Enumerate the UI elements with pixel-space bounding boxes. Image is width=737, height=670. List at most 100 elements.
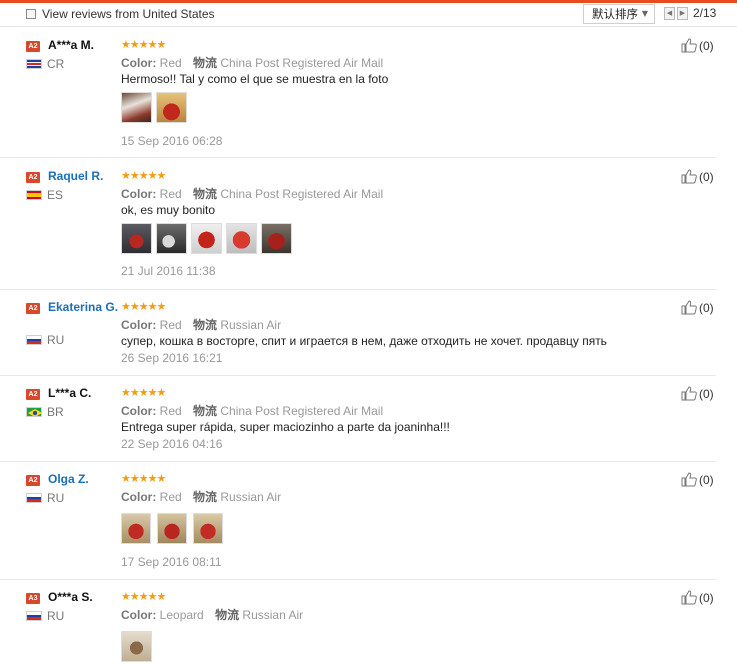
russia-flag-icon bbox=[26, 493, 42, 503]
helpful-button[interactable]: (0) bbox=[681, 386, 714, 401]
us-reviews-filter-label: View reviews from United States bbox=[42, 7, 215, 21]
review-photos bbox=[121, 223, 292, 254]
thumbs-up-icon bbox=[681, 386, 697, 401]
helpful-count: (0) bbox=[699, 300, 714, 315]
logistics-label: 物流 bbox=[193, 490, 218, 504]
order-info: Color: Leopard 物流 Russian Air bbox=[121, 606, 303, 623]
review-photo-thumbnail[interactable] bbox=[121, 223, 152, 254]
thumbs-up-icon bbox=[681, 472, 697, 487]
shipping-method: Russian Air bbox=[242, 608, 304, 622]
review-text: Entrega super rápida, super maciozinho a… bbox=[121, 420, 450, 434]
thumbs-up-icon bbox=[681, 300, 697, 315]
sort-dropdown[interactable]: 默认排序 ▼ bbox=[583, 4, 655, 24]
prev-page-icon[interactable]: ◀ bbox=[664, 6, 675, 20]
reviewer-name: L***a C. bbox=[48, 386, 92, 400]
helpful-button[interactable]: (0) bbox=[681, 300, 714, 315]
reviewer-name: A***a M. bbox=[48, 38, 95, 52]
color-label: Color: bbox=[121, 187, 157, 201]
star-rating: ★★★★★ bbox=[121, 170, 166, 182]
review-item: A3 O***a S. RU ★★★★★ Color: Leopard 物流 R… bbox=[0, 581, 716, 670]
review-photo-thumbnail[interactable] bbox=[157, 513, 187, 544]
review-photo-thumbnail[interactable] bbox=[193, 513, 223, 544]
level-badge: A3 bbox=[26, 593, 40, 604]
order-info: Color: Red 物流 China Post Registered Air … bbox=[121, 402, 383, 419]
color-value: Red bbox=[159, 318, 182, 332]
reviewer-country: CR bbox=[47, 57, 65, 71]
review-photo-thumbnail[interactable] bbox=[261, 223, 292, 254]
logistics-label: 物流 bbox=[215, 608, 240, 622]
shipping-method: China Post Registered Air Mail bbox=[220, 404, 384, 418]
thumbs-up-icon bbox=[681, 169, 697, 184]
helpful-button[interactable]: (0) bbox=[681, 590, 714, 605]
shipping-method: China Post Registered Air Mail bbox=[220, 187, 384, 201]
logistics-label: 物流 bbox=[193, 187, 218, 201]
review-date: 22 Sep 2016 04:16 bbox=[121, 437, 223, 451]
color-label: Color: bbox=[121, 404, 157, 418]
sort-dropdown-label: 默认排序 bbox=[592, 7, 638, 21]
review-photo-thumbnail[interactable] bbox=[121, 631, 152, 662]
us-reviews-filter[interactable]: View reviews from United States bbox=[26, 7, 215, 21]
color-label: Color: bbox=[121, 490, 157, 504]
helpful-button[interactable]: (0) bbox=[681, 38, 714, 53]
reviewer-country: BR bbox=[47, 405, 64, 419]
review-item: A2 A***a M. CR ★★★★★ Color: Red 物流 China… bbox=[0, 28, 716, 158]
helpful-button[interactable]: (0) bbox=[681, 472, 714, 487]
us-reviews-checkbox[interactable] bbox=[26, 9, 36, 19]
review-text: супер, кошка в восторге, спит и играется… bbox=[121, 334, 607, 348]
review-photo-thumbnail[interactable] bbox=[121, 513, 151, 544]
reviewer-country: ES bbox=[47, 188, 64, 202]
color-value: Red bbox=[159, 490, 182, 504]
review-item: A2 L***a C. BR ★★★★★ Color: Red 物流 China… bbox=[0, 377, 716, 462]
review-photo-thumbnail[interactable] bbox=[121, 92, 152, 123]
chevron-down-icon: ▼ bbox=[641, 9, 648, 18]
color-label: Color: bbox=[121, 56, 157, 70]
brazil-flag-icon bbox=[26, 407, 42, 417]
review-photo-thumbnail[interactable] bbox=[156, 92, 187, 123]
review-item: A2 Olga Z. RU ★★★★★ Color: Red 物流 Russia… bbox=[0, 463, 716, 580]
color-value: Red bbox=[159, 404, 182, 418]
review-date: 26 Sep 2016 16:21 bbox=[121, 351, 223, 365]
review-photo-thumbnail[interactable] bbox=[226, 223, 257, 254]
thumbs-up-icon bbox=[681, 590, 697, 605]
color-value: Red bbox=[159, 187, 182, 201]
color-value: Leopard bbox=[159, 608, 204, 622]
helpful-button[interactable]: (0) bbox=[681, 169, 714, 184]
next-page-icon[interactable]: ▶ bbox=[677, 6, 688, 20]
reviewer-name: O***a S. bbox=[48, 590, 93, 604]
reviewer-name[interactable]: Raquel R. bbox=[48, 169, 118, 183]
shipping-method: Russian Air bbox=[220, 318, 282, 332]
review-photo-thumbnail[interactable] bbox=[156, 223, 187, 254]
color-label: Color: bbox=[121, 318, 157, 332]
level-badge: A2 bbox=[26, 41, 40, 52]
star-rating: ★★★★★ bbox=[121, 591, 166, 603]
order-info: Color: Red 物流 Russian Air bbox=[121, 316, 281, 333]
logistics-label: 物流 bbox=[193, 56, 218, 70]
shipping-method: China Post Registered Air Mail bbox=[220, 56, 384, 70]
review-photos bbox=[121, 631, 152, 662]
review-photo-thumbnail[interactable] bbox=[191, 223, 222, 254]
logistics-label: 物流 bbox=[193, 318, 218, 332]
russia-flag-icon bbox=[26, 611, 42, 621]
star-rating: ★★★★★ bbox=[121, 473, 166, 485]
shipping-method: Russian Air bbox=[220, 490, 282, 504]
star-rating: ★★★★★ bbox=[121, 39, 166, 51]
review-date: 17 Sep 2016 08:11 bbox=[121, 555, 222, 569]
spain-flag-icon bbox=[26, 190, 42, 200]
page-indicator: 2/13 bbox=[693, 6, 717, 20]
star-rating: ★★★★★ bbox=[121, 387, 166, 399]
review-date: 15 Sep 2016 06:28 bbox=[121, 134, 223, 148]
helpful-count: (0) bbox=[699, 386, 714, 401]
russia-flag-icon bbox=[26, 335, 42, 345]
costa-rica-flag-icon bbox=[26, 59, 42, 69]
reviewer-country: RU bbox=[47, 491, 65, 505]
thumbs-up-icon bbox=[681, 38, 697, 53]
reviewer-name[interactable]: Ekaterina G. bbox=[48, 300, 124, 314]
review-item: A2 Raquel R. ES ★★★★★ Color: Red 物流 Chin… bbox=[0, 159, 716, 290]
reviews-toolbar: View reviews from United States 默认排序 ▼ ◀… bbox=[0, 3, 737, 27]
reviewer-country: RU bbox=[47, 333, 65, 347]
level-badge: A2 bbox=[26, 172, 40, 183]
helpful-count: (0) bbox=[699, 590, 714, 605]
review-text: Hermoso!! Tal y como el que se muestra e… bbox=[121, 72, 389, 86]
reviewer-name[interactable]: Olga Z. bbox=[48, 472, 118, 486]
review-text: ok, es muy bonito bbox=[121, 203, 216, 217]
